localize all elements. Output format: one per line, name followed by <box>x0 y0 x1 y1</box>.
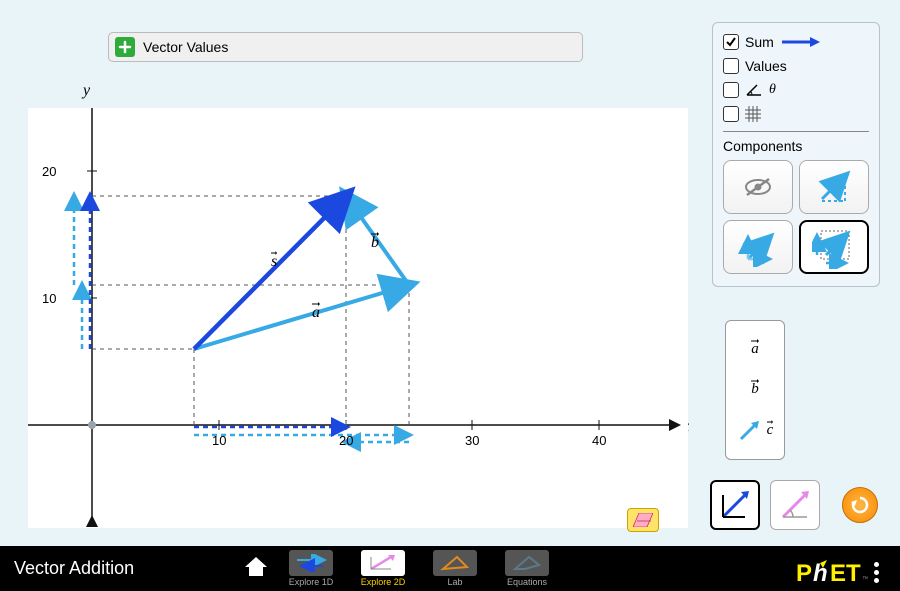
x-tick-10: 10 <box>212 433 226 448</box>
creator-slot-c[interactable]: c <box>726 413 784 449</box>
expand-icon <box>115 37 135 57</box>
option-values[interactable]: Values <box>723 55 869 77</box>
options-panel: Sum Values θ Components <box>712 22 880 287</box>
polar-icon <box>777 487 813 523</box>
grid-icon <box>745 106 761 122</box>
phet-logo-icon: P h ET ™ <box>796 557 868 587</box>
eraser-button[interactable] <box>627 508 659 532</box>
svg-text:™: ™ <box>862 576 868 583</box>
creator-a-label: a <box>751 341 759 358</box>
nav-screen-equations[interactable]: Equations <box>498 550 556 587</box>
option-angle[interactable]: θ <box>723 79 869 101</box>
vector-label-b: b <box>371 234 379 252</box>
nav-screen-lab[interactable]: Lab <box>426 550 484 587</box>
screen-label: Equations <box>507 577 547 587</box>
parallelogram-components-icon <box>738 227 778 267</box>
vector-values-title: Vector Values <box>143 39 228 55</box>
x-tick-30: 30 <box>465 433 479 448</box>
vector-label-s: s <box>271 253 277 271</box>
sim-title: Vector Addition <box>0 558 230 579</box>
cartesian-icon <box>717 487 753 523</box>
checkbox-unchecked-icon <box>723 58 739 74</box>
checkbox-unchecked-icon <box>723 106 739 122</box>
home-button[interactable] <box>230 554 282 583</box>
creator-b-label: b <box>751 381 759 398</box>
angle-icon <box>745 83 763 97</box>
component-style-none[interactable] <box>723 160 793 214</box>
svg-text:h: h <box>813 560 828 587</box>
lab-icon <box>433 550 477 576</box>
sum-label: Sum <box>745 34 774 50</box>
triangle-components-icon <box>814 167 854 207</box>
separator <box>723 131 869 132</box>
phet-button[interactable]: P h ET ™ <box>796 557 882 587</box>
component-style-on-axis[interactable] <box>799 220 869 274</box>
creator-arrow-icon <box>737 419 761 443</box>
explore-1d-icon <box>289 550 333 576</box>
component-style-triangle[interactable] <box>799 160 869 214</box>
vector-creator-panel: a b c <box>725 320 785 460</box>
y-tick-20: 20 <box>42 164 56 179</box>
reset-all-button[interactable] <box>842 487 878 523</box>
svg-text:P: P <box>796 560 812 587</box>
screen-label: Explore 1D <box>289 577 334 587</box>
home-icon <box>243 554 269 578</box>
coord-mode-group <box>710 480 820 530</box>
on-axis-components-icon <box>812 225 856 269</box>
values-label: Values <box>745 58 787 74</box>
creator-slot-b[interactable]: b <box>726 372 784 408</box>
screen-label: Lab <box>447 577 462 587</box>
option-grid[interactable] <box>723 103 869 125</box>
sum-arrow-icon <box>780 36 820 48</box>
graph-area[interactable]: 10 20 30 40 10 20 a b s <box>28 108 688 528</box>
svg-text:ET: ET <box>830 560 861 587</box>
components-label: Components <box>723 138 869 154</box>
checkbox-unchecked-icon <box>723 82 739 98</box>
explore-2d-icon <box>361 550 405 576</box>
screen-label: Explore 2D <box>361 577 406 587</box>
y-axis-label: y <box>83 82 90 100</box>
x-tick-20: 20 <box>339 433 353 448</box>
polar-mode-button[interactable] <box>770 480 820 530</box>
theta-label: θ <box>769 82 776 98</box>
option-sum[interactable]: Sum <box>723 31 869 53</box>
vector-values-accordion[interactable]: Vector Values <box>108 32 583 62</box>
x-tick-40: 40 <box>592 433 606 448</box>
kebab-menu-icon <box>874 562 882 583</box>
graph-svg <box>28 108 688 528</box>
nav-screen-explore-2d[interactable]: Explore 2D <box>354 550 412 587</box>
navigation-bar: Vector Addition Explore 1D Explore 2D La… <box>0 546 900 591</box>
y-tick-10: 10 <box>42 291 56 306</box>
creator-c-label: c <box>767 422 774 439</box>
equations-icon <box>505 550 549 576</box>
vector-label-a: a <box>312 304 320 322</box>
eye-off-icon <box>743 177 773 197</box>
reset-icon <box>849 494 871 516</box>
component-style-parallelogram[interactable] <box>723 220 793 274</box>
nav-screen-explore-1d[interactable]: Explore 1D <box>282 550 340 587</box>
cartesian-mode-button[interactable] <box>710 480 760 530</box>
checkbox-checked-icon <box>723 34 739 50</box>
creator-slot-a[interactable]: a <box>726 331 784 367</box>
